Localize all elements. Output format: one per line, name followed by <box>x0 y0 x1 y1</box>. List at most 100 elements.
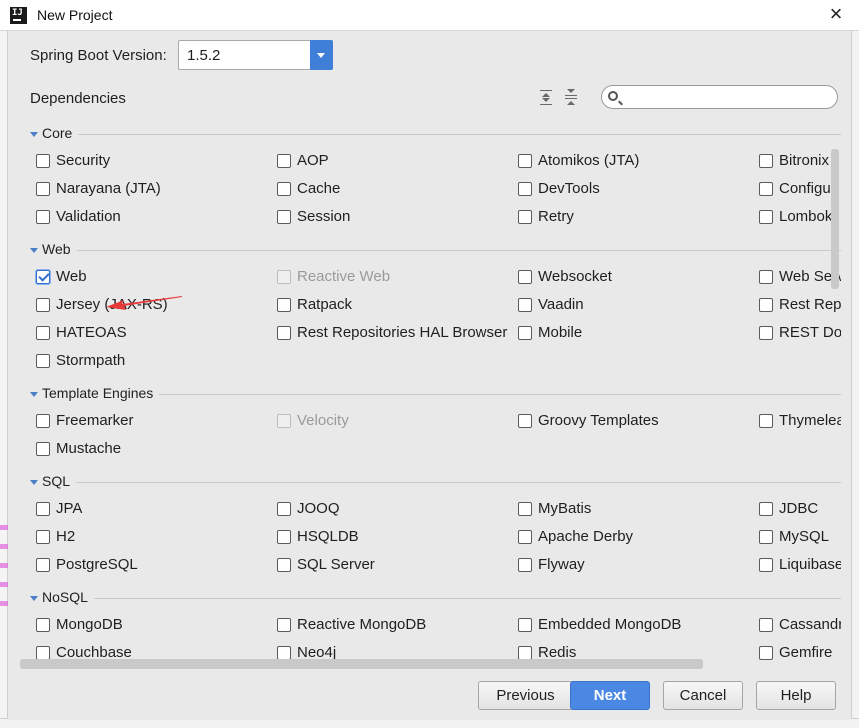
section-header-template-engines[interactable]: Template Engines <box>22 385 841 405</box>
intellij-app-icon: IJ <box>10 7 27 24</box>
dependency-label: Session <box>297 208 351 225</box>
dependency-label: Websocket <box>538 268 612 285</box>
dependency-label: HSQLDB <box>297 528 359 545</box>
checkbox[interactable] <box>759 414 773 428</box>
dependency-label: JDBC <box>779 500 819 517</box>
checkbox[interactable] <box>36 210 50 224</box>
checkbox[interactable] <box>277 530 291 544</box>
dependency-label: Gemfire <box>779 644 833 661</box>
section-title: Core <box>42 125 79 141</box>
checkbox[interactable] <box>277 210 291 224</box>
title-bar: IJ New Project × <box>0 0 859 31</box>
checkbox[interactable] <box>36 442 50 456</box>
checkbox[interactable] <box>759 326 773 340</box>
checkbox[interactable] <box>759 210 773 224</box>
horizontal-scrollbar[interactable] <box>20 659 703 669</box>
checkbox[interactable] <box>518 646 532 660</box>
checkbox[interactable] <box>36 618 50 632</box>
spring-boot-version-select[interactable]: 1.5.2 <box>178 40 333 70</box>
chevron-down-icon[interactable] <box>310 40 333 70</box>
checkbox[interactable] <box>518 414 532 428</box>
checkbox[interactable] <box>277 618 291 632</box>
checkbox[interactable] <box>759 154 773 168</box>
checkbox[interactable] <box>759 182 773 196</box>
checkbox-checked[interactable] <box>36 270 50 284</box>
checkbox[interactable] <box>518 618 532 632</box>
background-marker <box>0 582 8 587</box>
dependency-label: PostgreSQL <box>56 556 138 573</box>
checkbox[interactable] <box>518 154 532 168</box>
checkbox[interactable] <box>36 414 50 428</box>
search-input[interactable] <box>624 88 829 106</box>
section-divider <box>42 598 841 599</box>
background-marker <box>0 601 8 606</box>
background-marker <box>0 563 8 568</box>
checkbox[interactable] <box>759 558 773 572</box>
expand-all-icon[interactable] <box>538 89 554 105</box>
dependency-label: Reactive Web <box>297 268 391 285</box>
checkbox[interactable] <box>518 298 532 312</box>
checkbox[interactable] <box>277 154 291 168</box>
dependency-label: Vaadin <box>538 296 584 313</box>
dependency-label: Retry <box>538 208 574 225</box>
checkbox[interactable] <box>759 530 773 544</box>
checkbox[interactable] <box>36 530 50 544</box>
checkbox <box>277 270 291 284</box>
checkbox[interactable] <box>277 502 291 516</box>
checkbox[interactable] <box>277 326 291 340</box>
section-header-web[interactable]: Web <box>22 241 841 261</box>
checkbox[interactable] <box>518 270 532 284</box>
checkbox[interactable] <box>759 618 773 632</box>
checkbox[interactable] <box>518 210 532 224</box>
section-header-core[interactable]: Core <box>22 125 841 145</box>
dependency-label: Liquibase <box>779 556 841 573</box>
dependencies-list[interactable]: Core Security AOP Atomikos (JTA) Bitronix (N… <box>22 121 841 669</box>
checkbox[interactable] <box>36 502 50 516</box>
checkbox[interactable] <box>759 646 773 660</box>
checkbox[interactable] <box>277 646 291 660</box>
checkbox[interactable] <box>277 182 291 196</box>
checkbox[interactable] <box>518 182 532 196</box>
close-icon[interactable]: × <box>825 3 847 26</box>
dependency-label: Security <box>56 152 111 169</box>
checkbox[interactable] <box>36 354 50 368</box>
dependency-label: Validation <box>56 208 121 225</box>
dependency-label: HATEOAS <box>56 324 127 341</box>
checkbox[interactable] <box>759 298 773 312</box>
checkbox[interactable] <box>36 182 50 196</box>
dependency-label: Configur <box>779 180 836 197</box>
section-header-sql[interactable]: SQL <box>22 473 841 493</box>
checkbox[interactable] <box>518 326 532 340</box>
help-button[interactable]: Help <box>756 681 836 710</box>
checkbox[interactable] <box>518 558 532 572</box>
dependency-label: MyBatis <box>538 500 592 517</box>
checkbox[interactable] <box>277 298 291 312</box>
dependency-search-field[interactable] <box>601 85 838 109</box>
triangle-down-icon <box>30 596 38 601</box>
cancel-button[interactable]: Cancel <box>663 681 743 710</box>
window-title: New Project <box>37 7 113 23</box>
next-button[interactable]: Next <box>570 681 650 710</box>
section-divider <box>42 394 841 395</box>
checkbox[interactable] <box>36 558 50 572</box>
previous-button[interactable]: Previous <box>478 681 573 710</box>
background-ide-right-strip <box>851 30 859 728</box>
vertical-scrollbar[interactable] <box>831 149 839 289</box>
checkbox[interactable] <box>759 502 773 516</box>
collapse-all-icon[interactable] <box>563 89 579 105</box>
checkbox[interactable] <box>36 646 50 660</box>
checkbox[interactable] <box>36 154 50 168</box>
section-header-nosql[interactable]: NoSQL <box>22 589 841 609</box>
checkbox[interactable] <box>36 298 50 312</box>
dependency-label: Lombok <box>779 208 833 225</box>
checkbox[interactable] <box>277 558 291 572</box>
triangle-down-icon <box>30 392 38 397</box>
checkbox[interactable] <box>518 502 532 516</box>
annotation-arrow-icon <box>106 296 182 310</box>
checkbox[interactable] <box>36 326 50 340</box>
triangle-down-icon <box>30 248 38 253</box>
checkbox[interactable] <box>759 270 773 284</box>
section-divider <box>42 134 841 135</box>
dependency-label: DevTools <box>538 180 600 197</box>
checkbox[interactable] <box>518 530 532 544</box>
